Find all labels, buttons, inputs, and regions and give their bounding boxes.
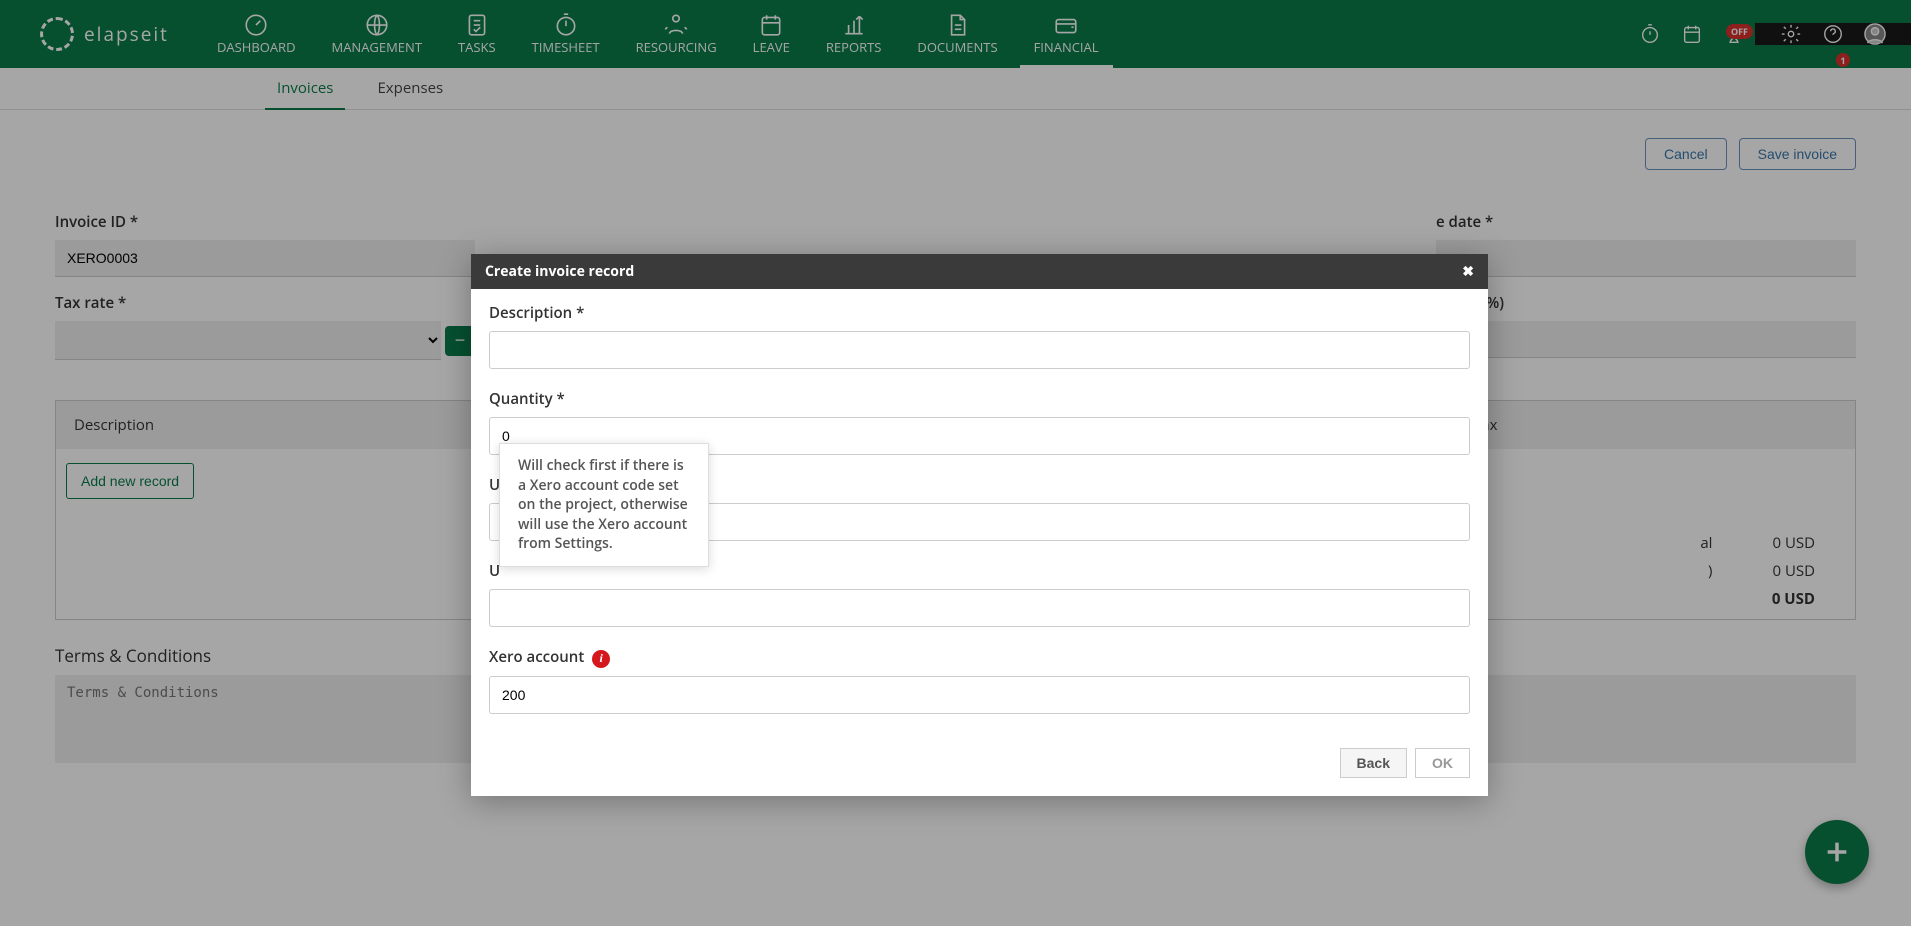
modal-back-button[interactable]: Back	[1340, 748, 1407, 778]
xero-tooltip: Will check first if there is a Xero acco…	[499, 443, 709, 567]
modal-description-input[interactable]	[489, 331, 1470, 369]
modal-u2-input[interactable]	[489, 589, 1470, 627]
info-icon[interactable]: i	[592, 650, 610, 668]
modal-xero-label: Xero account i	[489, 647, 1470, 668]
modal-quantity-label: Quantity *	[489, 389, 1470, 409]
create-invoice-record-modal: Create invoice record ✖ Description * Qu…	[471, 254, 1488, 796]
modal-ok-button[interactable]: OK	[1415, 748, 1470, 778]
close-icon[interactable]: ✖	[1462, 262, 1474, 281]
modal-title: Create invoice record	[485, 262, 634, 281]
modal-description-label: Description *	[489, 303, 1470, 323]
modal-xero-input[interactable]	[489, 676, 1470, 714]
